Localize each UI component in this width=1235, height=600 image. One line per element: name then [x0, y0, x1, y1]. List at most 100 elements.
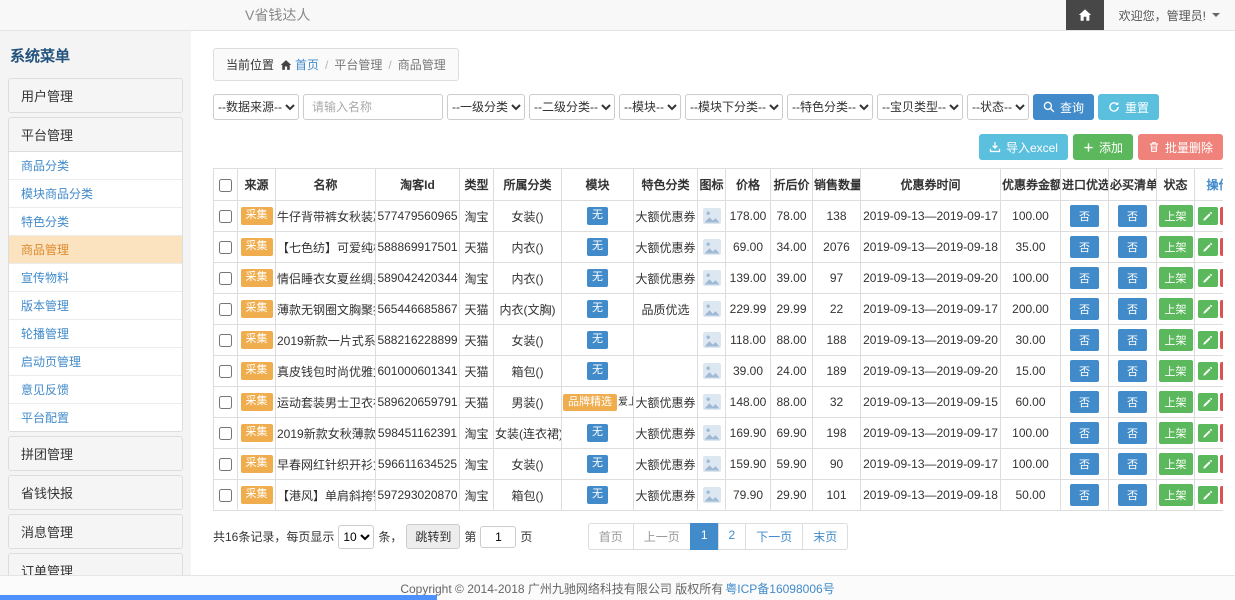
imported-toggle-button[interactable]: 否 [1070, 484, 1099, 506]
must-buy-toggle-button[interactable]: 否 [1118, 453, 1147, 475]
status-button[interactable]: 上架 [1159, 484, 1193, 506]
reset-button[interactable]: 重置 [1098, 94, 1159, 120]
status-button[interactable]: 上架 [1159, 329, 1193, 351]
delete-button[interactable] [1220, 362, 1224, 380]
icp-link[interactable]: 粤ICP备16098006号 [725, 580, 834, 597]
edit-button[interactable] [1198, 393, 1218, 411]
imported-toggle-button[interactable]: 否 [1070, 391, 1099, 413]
imported-toggle-button[interactable]: 否 [1070, 236, 1099, 258]
add-button[interactable]: 添加 [1073, 134, 1133, 160]
row-checkbox[interactable] [219, 427, 232, 440]
breadcrumb-parent[interactable]: 平台管理 [334, 56, 382, 73]
status-button[interactable]: 上架 [1159, 236, 1193, 258]
home-button[interactable] [1066, 0, 1104, 30]
delete-button[interactable] [1220, 393, 1224, 411]
edit-button[interactable] [1198, 455, 1218, 473]
sidebar-subitem[interactable]: 启动页管理 [9, 348, 182, 376]
imported-toggle-button[interactable]: 否 [1070, 329, 1099, 351]
must-buy-toggle-button[interactable]: 否 [1118, 267, 1147, 289]
sidebar-subitem[interactable]: 商品分类 [9, 152, 182, 180]
sidebar-subitem[interactable]: 特色分类 [9, 208, 182, 236]
data-source-select[interactable]: --数据来源-- [213, 94, 299, 120]
edit-button[interactable] [1198, 300, 1218, 318]
imported-toggle-button[interactable]: 否 [1070, 453, 1099, 475]
level2-category-select[interactable]: --二级分类-- [529, 94, 615, 120]
status-button[interactable]: 上架 [1159, 360, 1193, 382]
edit-button[interactable] [1198, 269, 1218, 287]
pager-button[interactable]: 上一页 [633, 523, 691, 550]
status-select[interactable]: --状态-- [967, 94, 1029, 120]
delete-button[interactable] [1220, 269, 1224, 287]
sidebar-section[interactable]: 平台管理 [9, 118, 182, 151]
delete-button[interactable] [1220, 207, 1224, 225]
status-button[interactable]: 上架 [1159, 453, 1193, 475]
item-type-select[interactable]: --宝贝类型-- [877, 94, 963, 120]
sidebar-subitem[interactable]: 轮播管理 [9, 320, 182, 348]
delete-button[interactable] [1220, 238, 1224, 256]
status-button[interactable]: 上架 [1159, 298, 1193, 320]
imported-toggle-button[interactable]: 否 [1070, 267, 1099, 289]
row-checkbox[interactable] [219, 458, 232, 471]
imported-toggle-button[interactable]: 否 [1070, 360, 1099, 382]
imported-toggle-button[interactable]: 否 [1070, 298, 1099, 320]
row-checkbox[interactable] [219, 241, 232, 254]
status-button[interactable]: 上架 [1159, 391, 1193, 413]
imported-toggle-button[interactable]: 否 [1070, 422, 1099, 444]
must-buy-toggle-button[interactable]: 否 [1118, 205, 1147, 227]
delete-button[interactable] [1220, 455, 1224, 473]
status-button[interactable]: 上架 [1159, 422, 1193, 444]
must-buy-toggle-button[interactable]: 否 [1118, 391, 1147, 413]
sidebar-section[interactable]: 用户管理 [9, 79, 182, 112]
edit-button[interactable] [1198, 238, 1218, 256]
pager-button[interactable]: 末页 [802, 523, 848, 550]
module-subcategory-select[interactable]: --模块下分类-- [685, 94, 783, 120]
sidebar-subitem[interactable]: 意见反馈 [9, 376, 182, 404]
sidebar-section[interactable]: 消息管理 [9, 515, 182, 548]
edit-button[interactable] [1198, 331, 1218, 349]
imported-toggle-button[interactable]: 否 [1070, 205, 1099, 227]
sidebar-subitem[interactable]: 平台配置 [9, 404, 182, 431]
must-buy-toggle-button[interactable]: 否 [1118, 329, 1147, 351]
search-button[interactable]: 查询 [1033, 94, 1094, 120]
status-button[interactable]: 上架 [1159, 267, 1193, 289]
sidebar-section[interactable]: 订单管理 [9, 554, 182, 575]
edit-button[interactable] [1198, 486, 1218, 504]
breadcrumb-home-link[interactable]: 首页 [280, 56, 319, 73]
sidebar-subitem[interactable]: 版本管理 [9, 292, 182, 320]
pager-button[interactable]: 首页 [588, 523, 634, 550]
must-buy-toggle-button[interactable]: 否 [1118, 236, 1147, 258]
sidebar-section[interactable]: 省钱快报 [9, 476, 182, 509]
row-checkbox[interactable] [219, 272, 232, 285]
sidebar-section[interactable]: 拼团管理 [9, 437, 182, 470]
edit-button[interactable] [1198, 424, 1218, 442]
row-checkbox[interactable] [219, 303, 232, 316]
row-checkbox[interactable] [219, 365, 232, 378]
status-button[interactable]: 上架 [1159, 205, 1193, 227]
level1-category-select[interactable]: --一级分类 [447, 94, 525, 120]
batch-delete-button[interactable]: 批量删除 [1138, 134, 1223, 160]
select-all-checkbox[interactable] [219, 179, 232, 192]
pager-button[interactable]: 2 [718, 523, 747, 550]
must-buy-toggle-button[interactable]: 否 [1118, 298, 1147, 320]
pager-button[interactable]: 下一页 [745, 523, 803, 550]
must-buy-toggle-button[interactable]: 否 [1118, 360, 1147, 382]
must-buy-toggle-button[interactable]: 否 [1118, 422, 1147, 444]
delete-button[interactable] [1220, 300, 1224, 318]
sidebar-subitem[interactable]: 模块商品分类 [9, 180, 182, 208]
must-buy-toggle-button[interactable]: 否 [1118, 484, 1147, 506]
sidebar-subitem[interactable]: 商品管理 [9, 236, 182, 264]
user-menu[interactable]: 欢迎您，管理员! [1104, 0, 1235, 30]
row-checkbox[interactable] [219, 396, 232, 409]
page-size-select[interactable]: 10 [338, 525, 374, 549]
pager-button[interactable]: 1 [690, 523, 719, 550]
edit-button[interactable] [1198, 207, 1218, 225]
row-checkbox[interactable] [219, 489, 232, 502]
delete-button[interactable] [1220, 486, 1224, 504]
edit-button[interactable] [1198, 362, 1218, 380]
jump-page-input[interactable] [480, 526, 516, 548]
name-search-input[interactable] [303, 94, 443, 120]
row-checkbox[interactable] [219, 210, 232, 223]
horizontal-scrollbar-thumb[interactable] [0, 595, 437, 600]
delete-button[interactable] [1220, 424, 1224, 442]
row-checkbox[interactable] [219, 334, 232, 347]
